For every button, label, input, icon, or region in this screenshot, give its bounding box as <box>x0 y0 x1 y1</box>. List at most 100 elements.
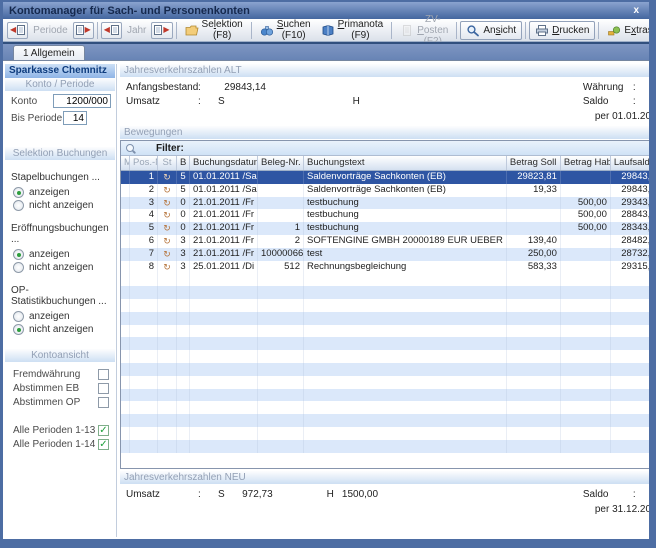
cell-col-5: 10000066 <box>258 248 304 261</box>
column-header-3[interactable]: B <box>177 156 190 170</box>
empty-cell <box>561 299 611 312</box>
empty-cell <box>158 350 177 363</box>
printer-icon <box>535 24 549 37</box>
table-row[interactable]: 3↻021.01.2011 /Frtestbuchung500,0029343,… <box>121 197 656 210</box>
neu-umsatz-soll: 972,73 <box>225 489 273 500</box>
prev-periode-button[interactable]: ◀ <box>7 22 28 39</box>
empty-cell <box>190 286 258 299</box>
empty-cell <box>561 312 611 325</box>
arrow-right-icon: ▶ <box>163 26 169 34</box>
suchen-button[interactable]: Suchen (F10) <box>255 21 316 40</box>
cell-col-4: 21.01.2011 /Fr <box>190 209 258 222</box>
empty-cell <box>507 273 561 286</box>
cell-col-7 <box>507 197 561 210</box>
table-row[interactable]: 5↻021.01.2011 /Fr1testbuchung500,0028343… <box>121 222 656 235</box>
empty-table-row <box>121 401 656 414</box>
table-row[interactable]: 1↻501.01.2011 /SaSaldenvorträge Sachkont… <box>121 171 656 184</box>
cell-col-1: 2 <box>130 184 158 197</box>
column-header-9[interactable]: Laufsaldo <box>611 156 656 170</box>
table-row[interactable]: 2↻501.01.2011 /SaSaldenvorträge Sachkont… <box>121 184 656 197</box>
checkbox-row[interactable]: Abstimmen EB <box>13 383 109 394</box>
filter-bar[interactable]: Filter: <box>121 141 656 156</box>
empty-cell <box>304 427 507 440</box>
checkbox-row[interactable]: Abstimmen OP <box>13 397 109 408</box>
table-row[interactable]: 4↻021.01.2011 /Frtestbuchung500,0028843,… <box>121 209 656 222</box>
empty-cell <box>258 299 304 312</box>
checkbox-row[interactable]: Alle Perioden 1-13✓ <box>13 425 109 436</box>
empty-cell <box>190 440 258 453</box>
column-header-8[interactable]: Betrag Haben <box>561 156 611 170</box>
empty-cell <box>561 350 611 363</box>
column-header-7[interactable]: Betrag Soll <box>507 156 561 170</box>
cell-col-8: 500,00 <box>561 222 611 235</box>
toolbar-pager-periode: ◀Periode▶ <box>7 22 94 39</box>
column-header-2[interactable]: St <box>158 156 177 170</box>
column-header-5[interactable]: Beleg-Nr. <box>258 156 304 170</box>
empty-cell <box>158 376 177 389</box>
cell-col-3: 0 <box>177 222 190 235</box>
kontoansicht-checkboxes: Fremdwährung Abstimmen EB Abstimmen OP <box>5 366 115 408</box>
empty-cell <box>158 389 177 402</box>
empty-cell <box>190 389 258 402</box>
cell-col-0 <box>121 222 130 235</box>
column-header-0[interactable]: M <box>121 156 130 170</box>
empty-cell <box>158 273 177 286</box>
selektion-button[interactable]: Selektion (F8) <box>180 21 248 40</box>
radio-option[interactable]: nicht anzeigen <box>13 262 109 273</box>
cell-col-9: 29343,14 <box>611 197 656 210</box>
empty-cell <box>304 363 507 376</box>
radio-option[interactable]: anzeigen <box>13 187 109 198</box>
page-icon <box>17 23 25 38</box>
close-button[interactable]: x <box>629 5 643 16</box>
checkbox-row[interactable]: Alle Perioden 1-14✓ <box>13 439 109 450</box>
empty-cell <box>190 376 258 389</box>
column-header-4[interactable]: Buchungsdatum <box>190 156 258 170</box>
waehrung-label: Währung <box>583 82 633 93</box>
radio-group-2: Eröffnungsbuchungen ...anzeigennicht anz… <box>11 223 109 273</box>
empty-cell <box>130 401 158 414</box>
table-row[interactable]: 6↻321.01.2011 /Fr2SOFTENGINE GMBH 200001… <box>121 235 656 248</box>
radio-option[interactable]: anzeigen <box>13 311 109 322</box>
booking-status-icon: ↻ <box>163 223 171 233</box>
empty-cell <box>177 312 190 325</box>
empty-cell <box>130 299 158 312</box>
empty-cell <box>507 337 561 350</box>
column-header-6[interactable]: Buchungstext <box>304 156 507 170</box>
empty-cell <box>561 427 611 440</box>
cell-col-1: 5 <box>130 222 158 235</box>
empty-cell <box>507 363 561 376</box>
next-jahr-button[interactable]: ▶ <box>151 22 172 39</box>
empty-cell <box>258 350 304 363</box>
konto-input[interactable] <box>53 94 111 108</box>
table-row[interactable]: 7↻321.01.2011 /Fr10000066test250,0028732… <box>121 248 656 261</box>
empty-cell <box>611 286 656 299</box>
empty-cell <box>121 299 130 312</box>
cell-col-0 <box>121 171 130 184</box>
bis-periode-input[interactable] <box>63 111 87 125</box>
checkbox-row[interactable]: Fremdwährung <box>13 369 109 380</box>
extras-button[interactable]: Extras <box>602 21 656 40</box>
radio-option[interactable]: nicht anzeigen <box>13 324 109 335</box>
radio-option[interactable]: nicht anzeigen <box>13 200 109 211</box>
drucken-button[interactable]: Drucken <box>529 21 595 40</box>
cell-col-3: 3 <box>177 248 190 261</box>
radio-icon <box>13 200 24 211</box>
next-periode-button[interactable]: ▶ <box>73 22 94 39</box>
radio-option[interactable]: anzeigen <box>13 249 109 260</box>
cell-col-8 <box>561 235 611 248</box>
tab-allgemein[interactable]: 1 Allgemein <box>13 45 85 60</box>
empty-cell <box>158 286 177 299</box>
cell-col-8 <box>561 184 611 197</box>
ansicht-button[interactable]: Ansicht <box>460 21 522 40</box>
column-header-1[interactable]: Pos.-Nr <box>130 156 158 170</box>
empty-cell <box>130 427 158 440</box>
empty-table-row <box>121 325 656 338</box>
toolbar-separator <box>391 22 392 39</box>
table-row[interactable]: 8↻325.01.2011 /Di512Rechnungsbegleichung… <box>121 261 656 274</box>
empty-cell <box>611 427 656 440</box>
primanota-button[interactable]: Primanota (F9) <box>316 21 389 40</box>
empty-cell <box>158 299 177 312</box>
empty-cell <box>611 337 656 350</box>
empty-cell <box>258 440 304 453</box>
prev-jahr-button[interactable]: ◀ <box>101 22 122 39</box>
